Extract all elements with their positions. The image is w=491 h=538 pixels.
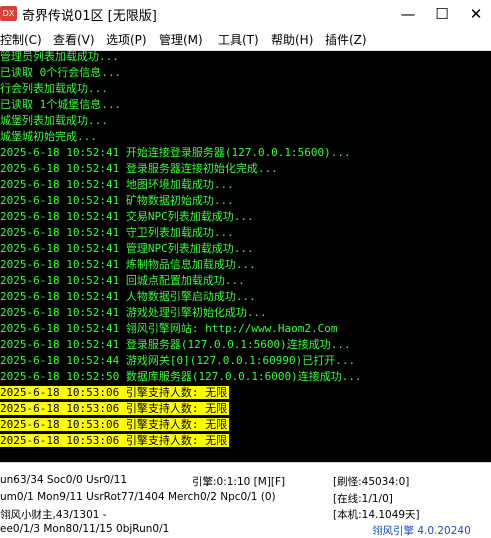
status-stats-3: ee0/1/3 Mon80/11/15 0bjRun0/1 xyxy=(0,523,170,535)
log-line-text: 城堡列表加载成功... xyxy=(0,114,108,127)
log-line: 2025-6-18 10:52:41 管理NPC列表加载成功... xyxy=(0,241,254,257)
window-title: 奇界传说01区 [无限版] xyxy=(22,9,157,24)
status-online: [在线:1/1/0] xyxy=(333,493,393,505)
log-line: 2025-6-18 10:53:06 引擎支持人数: 无限 xyxy=(0,433,230,449)
title-bar: DX 奇界传说01区 [无限版] — ☐ ✕ xyxy=(0,0,491,28)
log-line-highlighted-text: 2025-6-18 10:53:06 引擎支持人数: 无限 xyxy=(0,434,230,447)
log-line: 2025-6-18 10:52:41 游戏处理引擎初始化成功... xyxy=(0,305,267,321)
log-line: 2025-6-18 10:52:41 翎风引擎网站: http://www.Ha… xyxy=(0,321,338,337)
menu-view[interactable]: 查看(V) xyxy=(53,31,95,48)
log-line-text: 2025-6-18 10:52:41 登录服务器(127.0.0.1:5600)… xyxy=(0,338,351,351)
log-line: 2025-6-18 10:52:41 矿物数据初始成功... xyxy=(0,193,234,209)
log-line-text: 2025-6-18 10:52:41 回城点配置加载成功... xyxy=(0,274,245,287)
log-line-text: 已读取 1个城堡信息... xyxy=(0,98,122,111)
log-line: 2025-6-18 10:52:41 人物数据引擎启动成功... xyxy=(0,289,256,305)
close-button[interactable]: ✕ xyxy=(461,2,491,26)
menu-options[interactable]: 选项(P) xyxy=(106,31,147,48)
log-line: 2025-6-18 10:52:41 炼制物品信息加载成功... xyxy=(0,257,256,273)
log-line: 2025-6-18 10:52:41 交易NPC列表加载成功... xyxy=(0,209,254,225)
status-user: 翎风小财主,43/1301 - xyxy=(0,509,107,521)
menu-manage[interactable]: 管理(M) xyxy=(159,31,203,48)
log-line: 2025-6-18 10:52:50 数据库服务器(127.0.0.1:6000… xyxy=(0,369,362,385)
log-line: 城堡列表加载成功... xyxy=(0,113,108,129)
menu-tools[interactable]: 工具(T) xyxy=(218,31,259,48)
log-line: 行会列表加载成功... xyxy=(0,81,108,97)
status-stats-2: um0/1 Mon9/11 UsrRot77/1404 Merch0/2 Npc… xyxy=(0,491,276,503)
log-line-text: 2025-6-18 10:52:41 守卫列表加载成功... xyxy=(0,226,234,239)
log-line-text: 城堡城初始完成... xyxy=(0,130,97,143)
log-line: 管理员列表加载成功... xyxy=(0,51,119,65)
log-line-text: 2025-6-18 10:52:41 翎风引擎网站: http://www.Ha… xyxy=(0,322,338,335)
status-stats-1: un63/34 Soc0/0 Usr0/11 xyxy=(0,474,128,486)
log-line-highlighted-text: 2025-6-18 10:53:06 引擎支持人数: 无限 xyxy=(0,402,230,415)
log-line: 2025-6-18 10:52:41 登录服务器连接初始化完成... xyxy=(0,161,278,177)
status-engine-time: 引擎:0:1:10 [M][F] xyxy=(192,476,286,488)
status-uptime: [本机:14.1049天] xyxy=(333,509,420,521)
minimize-button[interactable]: — xyxy=(393,2,423,26)
log-line-text: 2025-6-18 10:52:41 游戏处理引擎初始化成功... xyxy=(0,306,267,319)
status-engine-version: 翎风引擎 4.0.20240 xyxy=(372,525,471,537)
log-line-text: 行会列表加载成功... xyxy=(0,82,108,95)
log-line-text: 管理员列表加载成功... xyxy=(0,51,119,63)
log-line: 2025-6-18 10:52:44 游戏网关[0](127.0.0.1:609… xyxy=(0,353,355,369)
log-line: 2025-6-18 10:52:41 地图环境加载成功... xyxy=(0,177,234,193)
log-console[interactable]: 管理员列表加载成功... 已读取 0个行会信息... 行会列表加载成功... 已读取 … xyxy=(0,51,491,462)
log-line-highlighted-text: 2025-6-18 10:53:06 引擎支持人数: 无限 xyxy=(0,386,230,399)
maximize-button[interactable]: ☐ xyxy=(427,2,457,26)
menu-control[interactable]: 控制(C) xyxy=(0,31,42,48)
log-line: 已读取 0个行会信息... xyxy=(0,65,121,81)
log-line: 2025-6-18 10:52:41 开始连接登录服务器(127.0.0.1:5… xyxy=(0,145,351,161)
log-line-text: 2025-6-18 10:52:41 开始连接登录服务器(127.0.0.1:5… xyxy=(0,146,351,159)
log-line: 已读取 1个城堡信息... xyxy=(0,97,121,113)
log-line-text: 已读取 0个行会信息... xyxy=(0,66,122,79)
log-line: 2025-6-18 10:52:41 守卫列表加载成功... xyxy=(0,225,234,241)
log-line-text: 2025-6-18 10:52:41 炼制物品信息加载成功... xyxy=(0,258,256,271)
status-bar: un63/34 Soc0/0 Usr0/11 引擎:0:1:10 [M][F] … xyxy=(0,462,491,537)
log-line-highlighted-text: 2025-6-18 10:53:06 引擎支持人数: 无限 xyxy=(0,418,230,431)
log-line: 2025-6-18 10:53:06 引擎支持人数: 无限 xyxy=(0,417,230,433)
log-line-text: 2025-6-18 10:52:41 管理NPC列表加载成功... xyxy=(0,242,254,255)
log-line-text: 2025-6-18 10:52:41 交易NPC列表加载成功... xyxy=(0,210,254,223)
log-line: 2025-6-18 10:52:41 登录服务器(127.0.0.1:5600)… xyxy=(0,337,351,353)
menu-plugins[interactable]: 插件(Z) xyxy=(325,31,367,48)
log-line-text: 2025-6-18 10:52:44 游戏网关[0](127.0.0.1:609… xyxy=(0,354,356,367)
log-line: 2025-6-18 10:53:06 引擎支持人数: 无限 xyxy=(0,385,230,401)
log-line-text: 2025-6-18 10:52:50 数据库服务器(127.0.0.1:6000… xyxy=(0,370,362,383)
log-line-text: 2025-6-18 10:52:41 矿物数据初始成功... xyxy=(0,194,234,207)
log-line: 城堡城初始完成... xyxy=(0,129,97,145)
menu-bar: 控制(C) 查看(V) 选项(P) 管理(M) 工具(T) 帮助(H) 插件(Z… xyxy=(0,28,491,51)
log-line: 2025-6-18 10:53:06 引擎支持人数: 无限 xyxy=(0,401,230,417)
log-line: 2025-6-18 10:52:41 回城点配置加载成功... xyxy=(0,273,245,289)
app-icon: DX xyxy=(0,6,17,21)
log-line-text: 2025-6-18 10:52:41 地图环境加载成功... xyxy=(0,178,234,191)
menu-help[interactable]: 帮助(H) xyxy=(271,31,313,48)
log-line-text: 2025-6-18 10:52:41 登录服务器连接初始化完成... xyxy=(0,162,278,175)
status-spawn: [刷怪:45034:0] xyxy=(333,476,410,488)
log-line-text: 2025-6-18 10:52:41 人物数据引擎启动成功... xyxy=(0,290,256,303)
